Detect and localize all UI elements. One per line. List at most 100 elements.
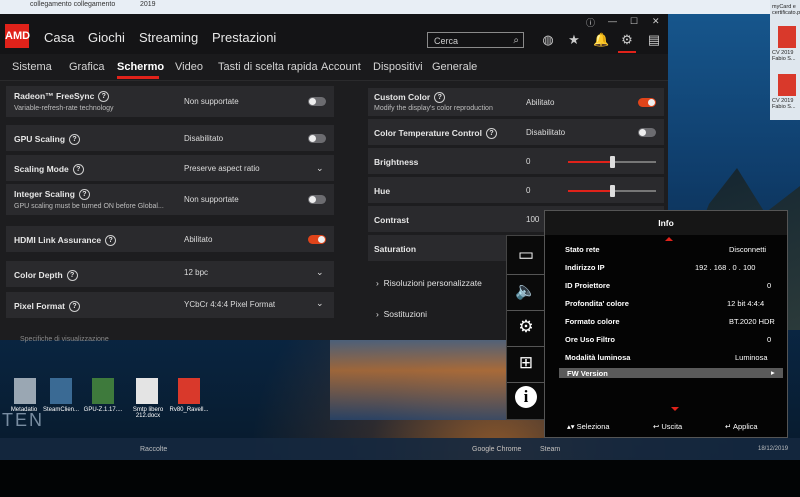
tab-tasti[interactable]: Tasti di scelta rapida bbox=[218, 61, 318, 73]
setting-sublabel: GPU scaling must be turned ON before Glo… bbox=[14, 203, 164, 210]
display-icon[interactable]: ▭ bbox=[513, 242, 539, 268]
osd-key: ID Proiettore bbox=[565, 281, 611, 290]
setting-value: Abilitato bbox=[526, 98, 555, 107]
tab-generale[interactable]: Generale bbox=[432, 61, 477, 73]
footer-select[interactable]: ▴▾ Seleziona bbox=[567, 422, 610, 431]
footer-apply[interactable]: ↵ Applica bbox=[725, 422, 758, 431]
desktop-icon-label: myCard e certificato.pdf bbox=[772, 4, 800, 16]
docx-icon[interactable] bbox=[136, 378, 158, 404]
expander-custom-resolutions[interactable]: › Risoluzioni personalizzate bbox=[376, 278, 482, 288]
tab-video[interactable]: Video bbox=[175, 61, 203, 73]
setting-label: Radeon™ FreeSync bbox=[14, 91, 95, 101]
setting-integer-scaling: Integer Scaling? GPU scaling must be tur… bbox=[6, 184, 334, 215]
chevron-down-icon[interactable]: ⌄ bbox=[316, 163, 324, 174]
file-icon[interactable] bbox=[14, 378, 36, 404]
setting-value: 0 bbox=[526, 157, 531, 166]
chevron-right-icon: ▸ bbox=[771, 368, 775, 377]
nav-giochi[interactable]: Giochi bbox=[88, 30, 125, 45]
help-icon[interactable]: ? bbox=[434, 92, 446, 104]
help-icon[interactable]: ? bbox=[98, 91, 110, 103]
tab-account[interactable]: Account bbox=[321, 61, 361, 73]
taskbar-item[interactable]: Google Chrome bbox=[472, 446, 521, 453]
osd-value: 12 bit 4:4:4 bbox=[727, 299, 765, 308]
fw-version-row[interactable]: FW Version ▸ bbox=[559, 368, 783, 378]
osd-key: Formato colore bbox=[565, 317, 620, 326]
partial-text: Specifiche di visualizzazione bbox=[20, 336, 109, 343]
pdf-icon[interactable] bbox=[778, 26, 796, 48]
setting-label: Color Depth bbox=[14, 270, 63, 280]
setting-value: Disabilitato bbox=[526, 128, 566, 137]
help-icon[interactable]: ? bbox=[105, 235, 117, 247]
close-icon[interactable]: ✕ bbox=[652, 16, 660, 27]
panel-icon[interactable]: ▤ bbox=[646, 32, 662, 48]
osd-value: 192 . 168 . 0 . 100 bbox=[695, 263, 756, 272]
osd-key: FW Version bbox=[567, 369, 608, 378]
setting-value: Abilitato bbox=[184, 235, 213, 244]
tab-schermo[interactable]: Schermo bbox=[117, 61, 164, 73]
search-input[interactable]: Cerca ⌕ bbox=[427, 32, 524, 48]
hue-slider[interactable] bbox=[568, 185, 656, 197]
search-icon[interactable]: ⌕ bbox=[513, 33, 519, 49]
tab-sistema[interactable]: Sistema bbox=[12, 61, 52, 73]
color-temperature-toggle[interactable] bbox=[638, 128, 656, 137]
freesync-toggle[interactable] bbox=[308, 97, 326, 106]
gear-icon[interactable]: ⚙ bbox=[513, 314, 539, 340]
slider-knob[interactable] bbox=[610, 185, 615, 197]
scroll-up-icon[interactable] bbox=[665, 237, 673, 241]
pdf-icon[interactable] bbox=[178, 378, 200, 404]
taskbar-item[interactable]: Steam bbox=[540, 446, 560, 453]
steam-icon[interactable] bbox=[50, 378, 72, 404]
slider-knob[interactable] bbox=[610, 156, 615, 168]
setting-custom-color: Custom Color? Modify the display's color… bbox=[368, 88, 664, 116]
globe-icon[interactable]: ◍ bbox=[540, 32, 556, 48]
nav-streaming[interactable]: Streaming bbox=[139, 30, 198, 45]
minimize-icon[interactable]: — bbox=[608, 16, 617, 26]
help-icon[interactable]: ? bbox=[72, 164, 84, 176]
nav-casa[interactable]: Casa bbox=[44, 30, 74, 45]
osd-key: Modalità luminosa bbox=[565, 353, 631, 362]
tab-dispositivi[interactable]: Dispositivi bbox=[373, 61, 423, 73]
osd-menu-icons: ▭ 🔈 ⚙ ⊞ i bbox=[506, 235, 546, 420]
taskbar-item[interactable]: Raccolte bbox=[140, 446, 167, 453]
setting-value: YCbCr 4:4:4 Pixel Format bbox=[184, 300, 276, 309]
setting-scaling-mode[interactable]: Scaling Mode? Preserve aspect ratio ⌄ bbox=[6, 155, 334, 181]
gpu-scaling-toggle[interactable] bbox=[308, 134, 326, 143]
setting-pixel-format[interactable]: Pixel Format? YCbCr 4:4:4 Pixel Format ⌄ bbox=[6, 292, 334, 318]
brightness-slider[interactable] bbox=[568, 156, 656, 168]
setting-sublabel: Variable-refresh-rate technology bbox=[14, 105, 114, 112]
help-icon[interactable]: ? bbox=[66, 270, 78, 282]
chevron-down-icon[interactable]: ⌄ bbox=[316, 298, 324, 309]
setting-color-depth[interactable]: Color Depth? 12 bpc ⌄ bbox=[6, 261, 334, 287]
pdf-icon[interactable] bbox=[778, 74, 796, 96]
expander-label: Sostituzioni bbox=[383, 309, 428, 319]
maximize-icon[interactable]: ☐ bbox=[630, 16, 638, 27]
gear-icon[interactable]: ⚙ bbox=[619, 32, 635, 48]
star-icon[interactable]: ★ bbox=[566, 32, 582, 48]
hdmi-link-toggle[interactable] bbox=[308, 235, 326, 244]
chevron-down-icon[interactable]: ⌄ bbox=[316, 267, 324, 278]
help-icon[interactable]: ? bbox=[69, 134, 81, 146]
setting-brightness: Brightness 0 bbox=[368, 148, 664, 174]
help-icon[interactable]: ? bbox=[486, 128, 497, 140]
integer-scaling-toggle[interactable] bbox=[308, 195, 326, 204]
strip-text: collegamento collegamento bbox=[30, 1, 116, 8]
nav-prestazioni[interactable]: Prestazioni bbox=[212, 30, 276, 45]
speaker-icon[interactable]: 🔈 bbox=[513, 278, 539, 304]
scroll-down-icon[interactable] bbox=[671, 407, 679, 411]
setting-label: HDMI Link Assurance bbox=[14, 235, 102, 245]
amd-logo[interactable]: AMD bbox=[5, 24, 30, 48]
info-icon[interactable]: i bbox=[515, 386, 537, 408]
expander-overrides[interactable]: › Sostituzioni bbox=[376, 309, 427, 319]
osd-key: Ore Uso Filtro bbox=[565, 335, 616, 344]
help-window-icon[interactable]: ⓘ bbox=[586, 16, 595, 29]
network-icon[interactable]: ⊞ bbox=[513, 350, 539, 376]
custom-color-toggle[interactable] bbox=[638, 98, 656, 107]
bell-icon[interactable]: 🔔 bbox=[593, 32, 609, 48]
help-icon[interactable]: ? bbox=[69, 301, 81, 313]
setting-label: Color Temperature Control bbox=[374, 128, 482, 138]
osd-info-panel: Info Stato rete Disconnetti Indirizzo IP… bbox=[544, 210, 788, 438]
help-icon[interactable]: ? bbox=[78, 189, 90, 201]
footer-exit[interactable]: ↩ Uscita bbox=[653, 422, 682, 431]
gpuz-icon[interactable] bbox=[92, 378, 114, 404]
tab-grafica[interactable]: Grafica bbox=[69, 61, 104, 73]
